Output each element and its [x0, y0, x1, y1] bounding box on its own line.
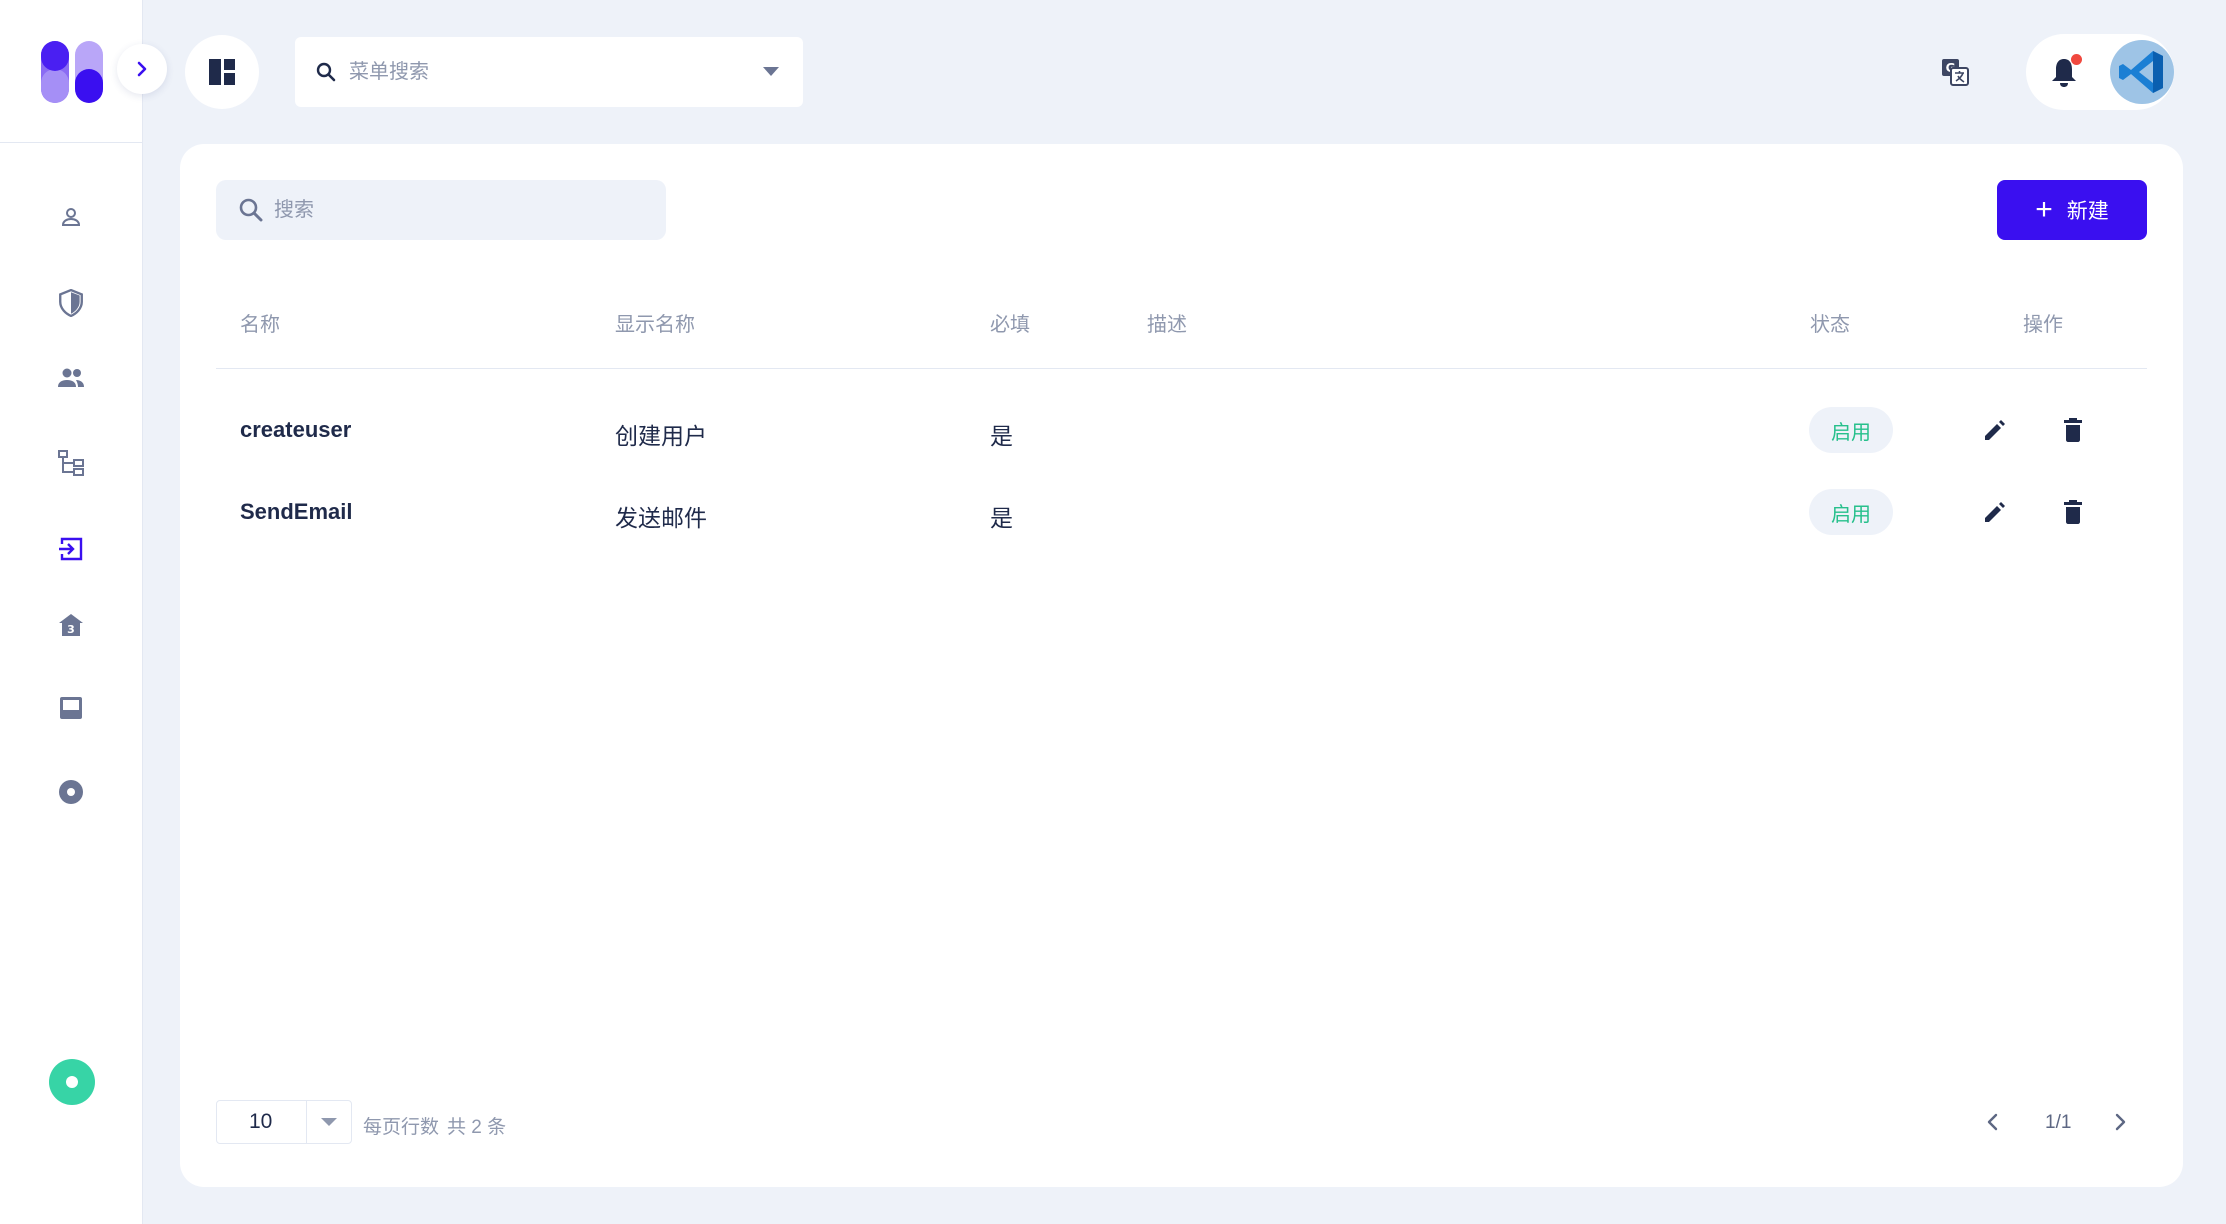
page-size-select[interactable]: 10 — [216, 1100, 352, 1144]
notification-badge — [2071, 54, 2082, 65]
page-indicator: 1/1 — [2045, 1112, 2072, 1133]
table-row[interactable]: createuser 创建用户 是 启用 — [180, 389, 2183, 469]
caret-down-icon[interactable] — [307, 1118, 351, 1126]
status-badge: 启用 — [1809, 407, 1893, 453]
translate-icon: G — [1942, 59, 1969, 86]
previous-page-button[interactable] — [1979, 1108, 2007, 1136]
search-icon — [313, 59, 339, 85]
column-header-display-name: 显示名称 — [615, 314, 695, 336]
plus-icon: + — [2035, 193, 2053, 226]
cell-name: SendEmail — [240, 499, 353, 524]
dashboard-icon — [209, 59, 235, 85]
caret-down-icon[interactable] — [763, 67, 779, 76]
pencil-icon — [1985, 502, 2005, 522]
chevron-right-icon — [137, 61, 147, 77]
translate-button[interactable]: G — [1935, 52, 1975, 92]
user-icon[interactable] — [56, 202, 86, 232]
chevron-left-icon — [1987, 1113, 1998, 1131]
table-search[interactable] — [216, 180, 666, 240]
avatar[interactable] — [2110, 40, 2174, 104]
sidebar: 3 — [0, 0, 143, 1224]
trash-icon — [2064, 418, 2082, 442]
cell-name: createuser — [240, 417, 352, 442]
delete-button[interactable] — [2058, 497, 2088, 527]
edit-button[interactable] — [1980, 415, 2010, 445]
group-icon[interactable] — [56, 363, 86, 393]
column-header-name: 名称 — [240, 314, 280, 336]
cell-display-name: 创建用户 — [615, 423, 707, 449]
status-dot — [66, 1076, 78, 1088]
status-indicator[interactable] — [49, 1059, 95, 1105]
column-header-actions: 操作 — [2023, 314, 2063, 336]
dashboard-button[interactable] — [185, 35, 259, 109]
next-page-button[interactable] — [2106, 1108, 2134, 1136]
page-size-value: 10 — [217, 1101, 307, 1143]
table-row[interactable]: SendEmail 发送邮件 是 启用 — [180, 471, 2183, 551]
menu-search[interactable] — [295, 37, 803, 107]
house-icon[interactable]: 3 — [56, 610, 86, 640]
cell-display-name: 发送邮件 — [615, 505, 707, 531]
column-header-required: 必填 — [990, 314, 1030, 336]
svg-text:3: 3 — [67, 623, 75, 636]
org-tree-icon[interactable] — [56, 448, 86, 478]
shield-icon[interactable] — [56, 288, 86, 318]
column-header-description: 描述 — [1147, 314, 1187, 336]
app-logo — [41, 41, 103, 103]
vscode-logo-icon — [2119, 51, 2163, 93]
header-divider — [216, 368, 2147, 369]
cell-required: 是 — [990, 423, 1013, 449]
table-search-input[interactable] — [274, 198, 654, 222]
sidebar-toggle-button[interactable] — [117, 44, 167, 94]
delete-button[interactable] — [2058, 415, 2088, 445]
edit-button[interactable] — [1980, 497, 2010, 527]
panel-icon[interactable] — [56, 693, 86, 723]
new-button[interactable]: + 新建 — [1997, 180, 2147, 240]
menu-search-input[interactable] — [349, 60, 749, 84]
total-count: 共 2 条 — [447, 1117, 507, 1138]
login-icon[interactable] — [56, 534, 86, 564]
new-button-label: 新建 — [2066, 200, 2109, 223]
cell-required: 是 — [990, 505, 1013, 531]
search-icon — [236, 195, 266, 225]
rows-per-page-label: 每页行数 — [363, 1117, 440, 1138]
record-icon[interactable] — [56, 777, 86, 807]
trash-icon — [2064, 500, 2082, 524]
status-badge: 启用 — [1809, 489, 1893, 535]
column-header-status: 状态 — [1810, 314, 1850, 336]
main-card: + 新建 名称 显示名称 必填 描述 状态 操作 createuser 创建用户… — [180, 144, 2183, 1187]
chevron-right-icon — [2115, 1113, 2126, 1131]
pencil-icon — [1985, 420, 2005, 440]
